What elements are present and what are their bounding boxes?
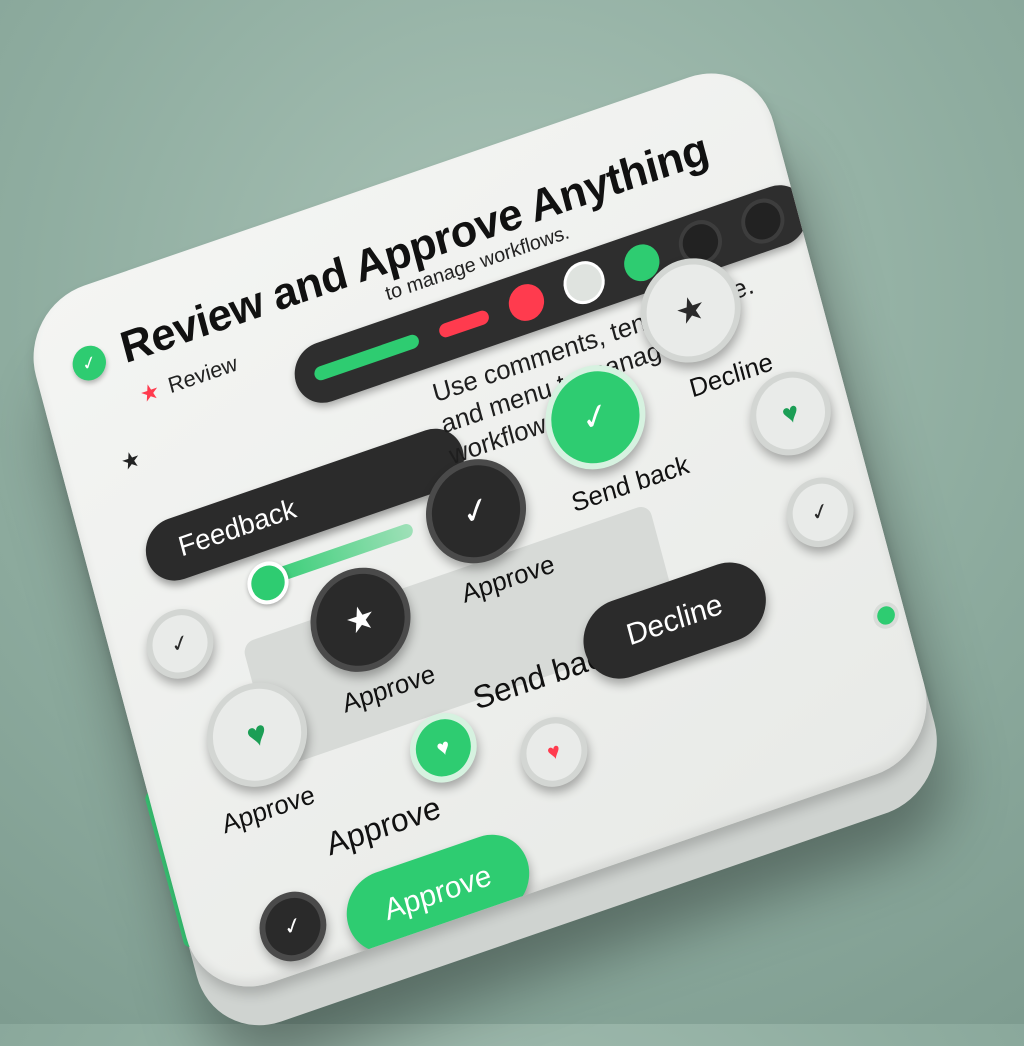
bookmark-row: ★ (118, 445, 143, 477)
status-led (870, 598, 902, 633)
approve-label: Approve (218, 778, 318, 840)
check-icon[interactable]: ✓ (139, 599, 221, 688)
star-icon: ★ (137, 377, 163, 408)
approve-label: Approve (322, 788, 445, 863)
settings-icon[interactable] (736, 192, 790, 250)
alert-toggle[interactable] (504, 279, 549, 326)
review-tag-label: Review (165, 350, 240, 399)
progress-segment (312, 332, 421, 383)
check-icon[interactable]: ✓ (251, 882, 334, 971)
star-icon: ★ (118, 445, 144, 476)
title-row: ✓ (68, 341, 110, 386)
neutral-toggle[interactable] (558, 255, 610, 310)
check-icon[interactable]: ✓ (779, 468, 862, 557)
alert-segment (437, 308, 491, 340)
heart-icon[interactable]: ♥ (512, 708, 595, 797)
review-panel: ✓ Review and Approve Anything to manage … (17, 54, 943, 1006)
feedback-label: Feedback (174, 492, 300, 563)
decline-button-label: Decline (622, 587, 727, 653)
check-icon: ✓ (68, 341, 110, 386)
review-device: ✓ Review and Approve Anything to manage … (17, 54, 953, 1045)
